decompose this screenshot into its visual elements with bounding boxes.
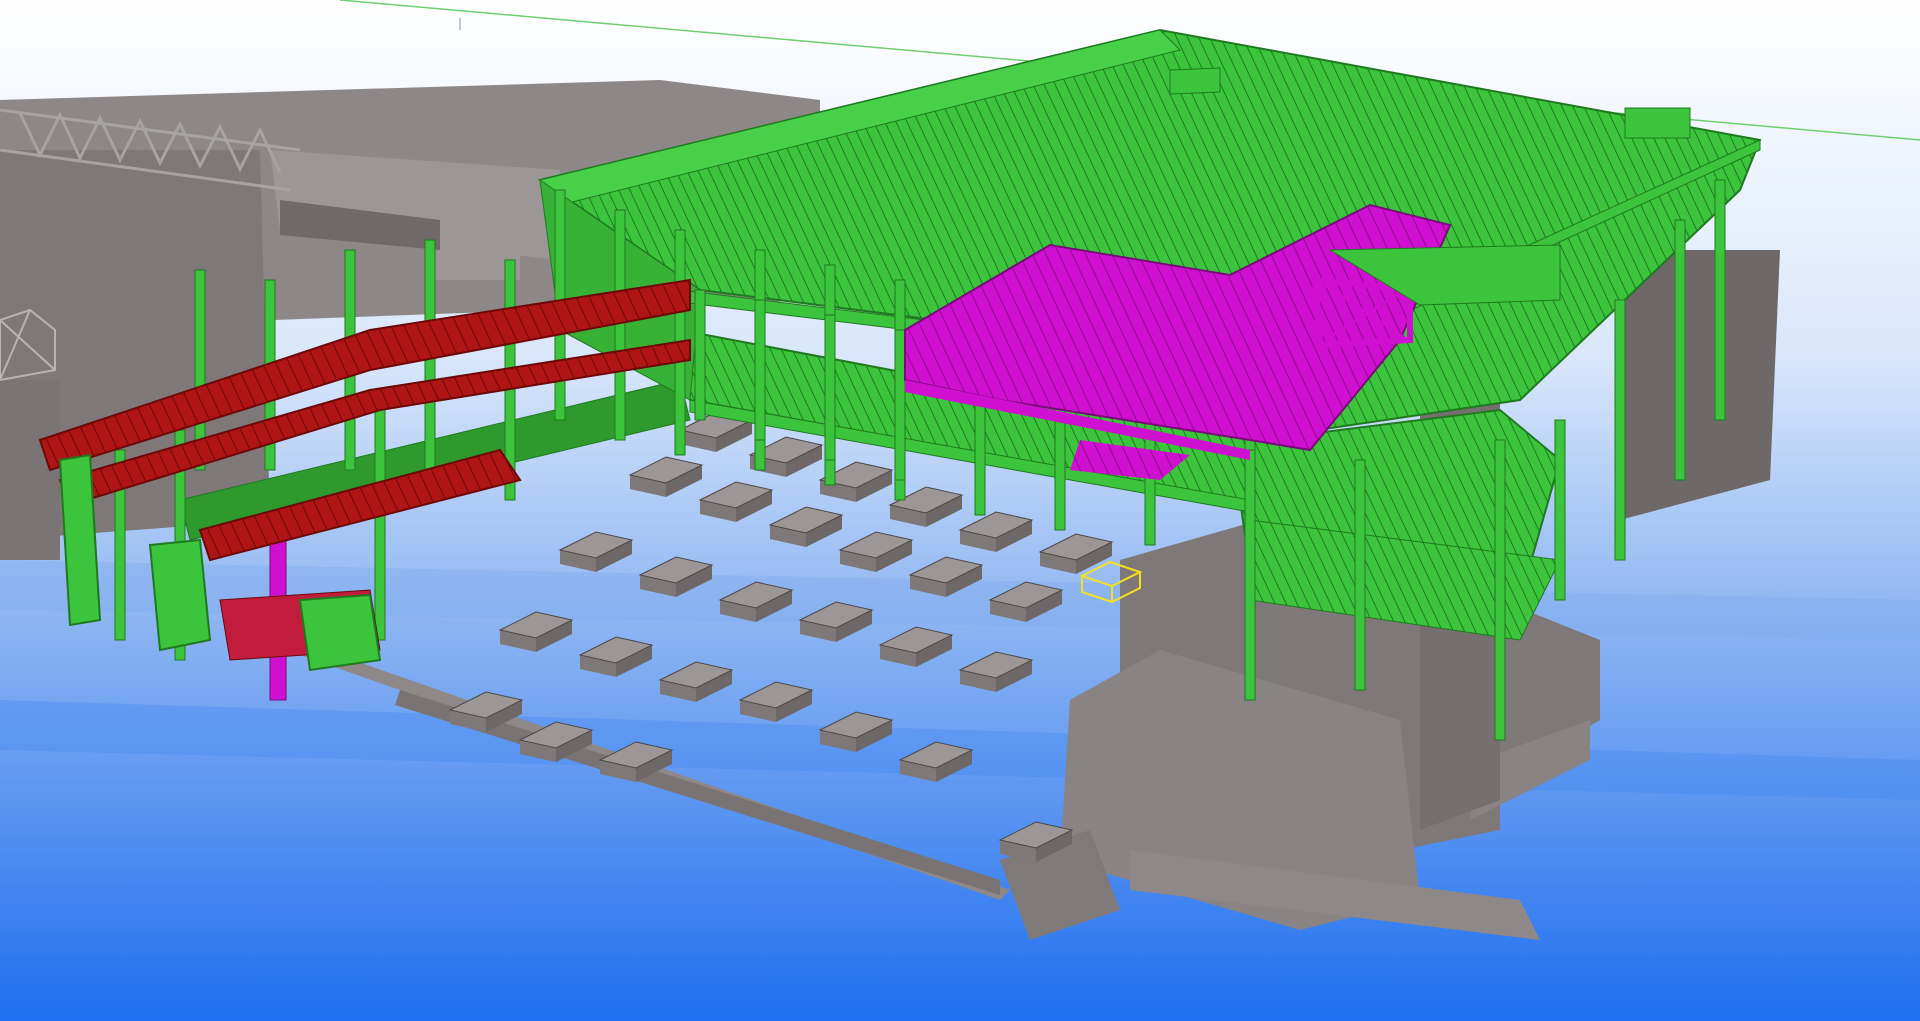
steel-column[interactable] xyxy=(1354,459,1366,691)
steel-column[interactable] xyxy=(1674,219,1686,481)
steel-column[interactable] xyxy=(374,399,386,641)
roof-unit-2 xyxy=(1624,107,1691,139)
roof-unit-1 xyxy=(1169,67,1221,95)
steel-column[interactable] xyxy=(1494,439,1506,741)
model-scene[interactable] xyxy=(0,0,1920,1021)
steel-column[interactable] xyxy=(1554,419,1566,601)
steel-column[interactable] xyxy=(1244,449,1256,701)
3d-model-viewport[interactable] xyxy=(0,0,1920,1021)
steel-column[interactable] xyxy=(614,209,626,441)
steel-column[interactable] xyxy=(694,289,706,421)
steel-column[interactable] xyxy=(1714,179,1726,421)
steel-column[interactable] xyxy=(754,299,766,441)
steel-column[interactable] xyxy=(894,329,906,481)
steel-column[interactable] xyxy=(1614,299,1626,561)
steel-column[interactable] xyxy=(824,314,836,461)
